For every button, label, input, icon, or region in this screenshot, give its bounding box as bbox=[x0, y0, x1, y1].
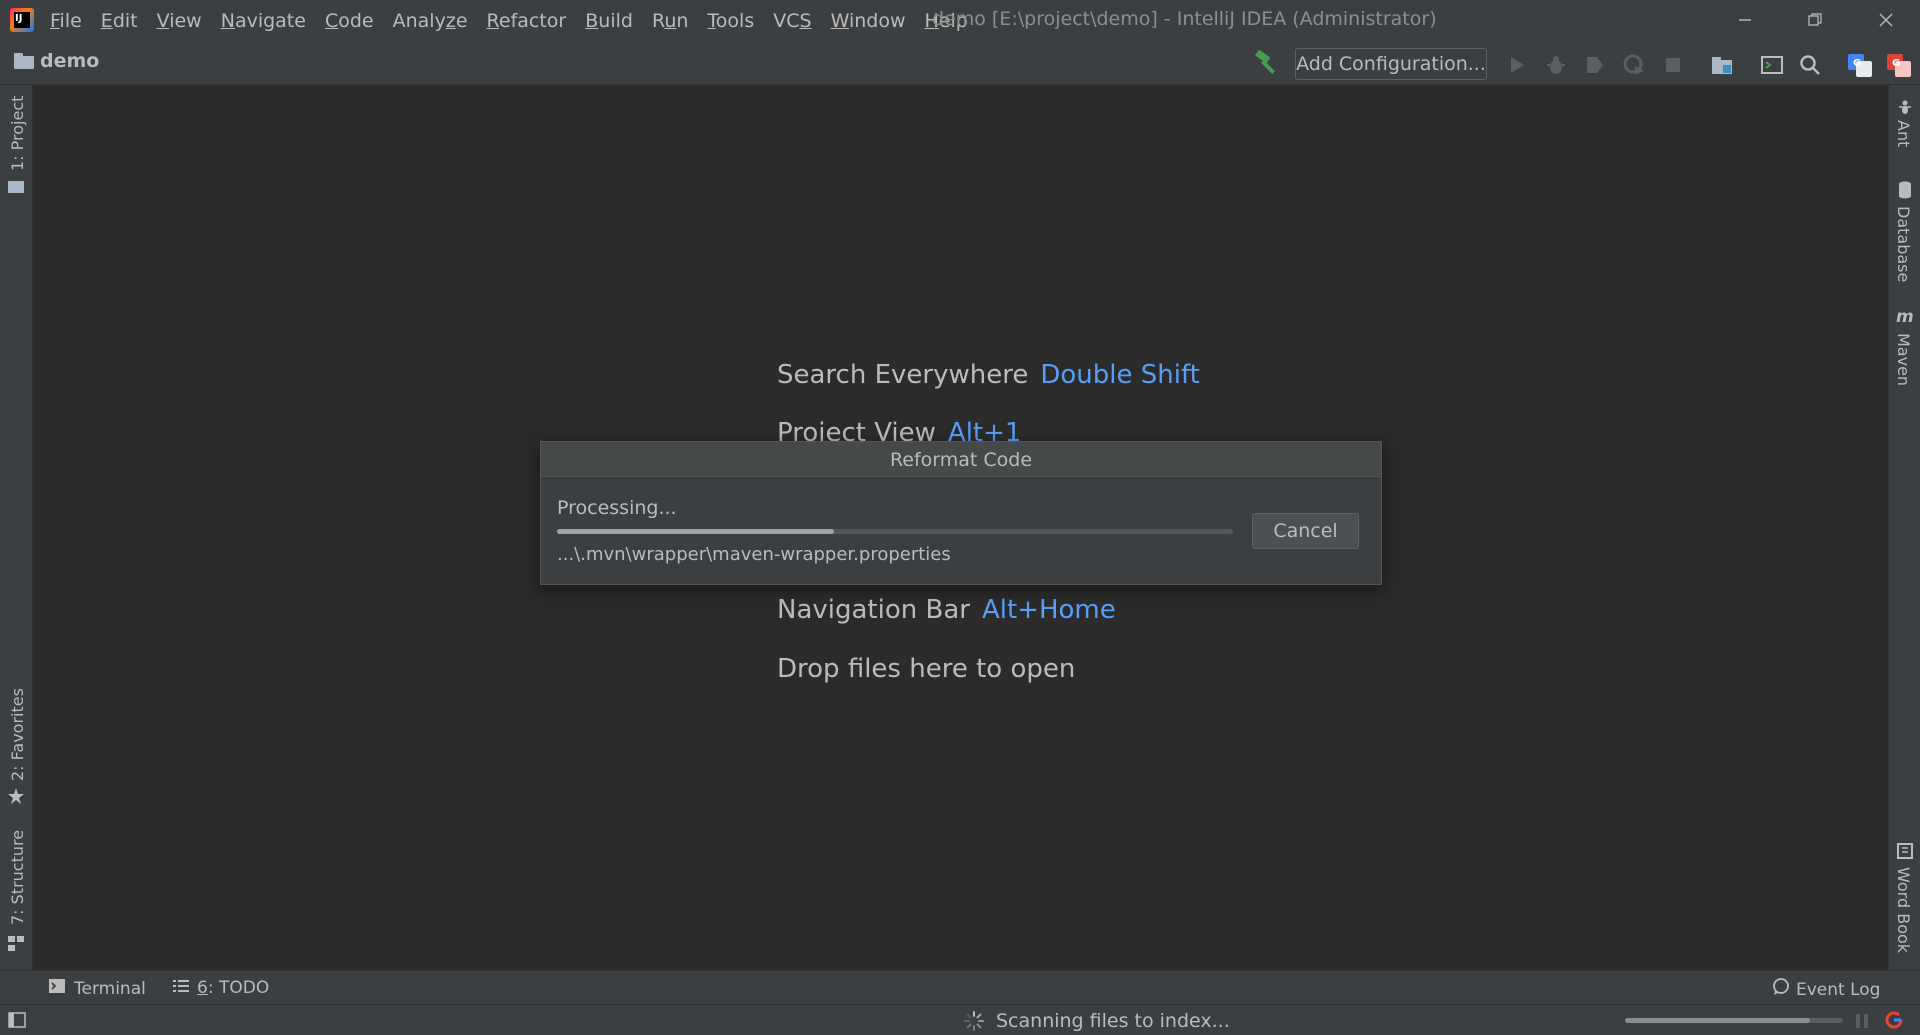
project-name: demo bbox=[40, 50, 100, 72]
hint-navigation-bar: Navigation Bar Alt+Home bbox=[777, 595, 1116, 625]
word-book-tool-tab[interactable]: Word Book bbox=[1894, 867, 1913, 953]
ant-tab-label: Ant bbox=[1894, 120, 1913, 148]
hint-search-key: Double Shift bbox=[1040, 360, 1200, 390]
maven-tab-label: Maven bbox=[1894, 333, 1913, 387]
run-icon[interactable] bbox=[1505, 53, 1529, 77]
hint-navbar-label: Navigation Bar bbox=[777, 595, 970, 625]
ant-tool-tab[interactable]: Ant bbox=[1894, 120, 1913, 147]
menu-file[interactable]: File bbox=[50, 10, 82, 32]
event-log-tool-tab[interactable]: Event Log bbox=[1772, 978, 1880, 1001]
svg-text:G: G bbox=[1853, 58, 1861, 69]
terminal-tab-label: Terminal bbox=[74, 978, 146, 999]
database-tab-label: Database bbox=[1894, 206, 1913, 283]
terminal-toolbar-icon[interactable] bbox=[1760, 53, 1784, 77]
hint-navbar-key: Alt+Home bbox=[981, 595, 1116, 625]
todo-tab-label: : TODO bbox=[207, 978, 270, 998]
add-configuration-button[interactable]: Add Configuration... bbox=[1295, 48, 1487, 80]
menu-window[interactable]: Window bbox=[831, 10, 906, 32]
right-tool-stripe: Ant Database m Maven Word Book bbox=[1888, 85, 1920, 970]
menu-build[interactable]: Build bbox=[585, 10, 633, 32]
status-bar: Scanning files to index... bbox=[0, 1004, 1920, 1035]
close-icon[interactable] bbox=[1866, 6, 1906, 36]
google-translate-icon[interactable]: G bbox=[1847, 53, 1872, 77]
project-structure-icon[interactable] bbox=[1710, 53, 1734, 77]
menu-refactor[interactable]: Refactor bbox=[487, 10, 567, 32]
maven-icon: m bbox=[1896, 307, 1914, 327]
favorites-tab-label: 2: Favorites bbox=[8, 688, 27, 781]
tool-windows-toggle-icon[interactable] bbox=[8, 1012, 26, 1032]
project-tab-label: 1: Project bbox=[8, 95, 27, 171]
run-with-coverage-icon[interactable] bbox=[1583, 53, 1607, 77]
profile-icon[interactable] bbox=[1622, 53, 1646, 77]
menu-tools[interactable]: Tools bbox=[707, 10, 754, 32]
structure-tab-label: 7: Structure bbox=[8, 829, 27, 925]
left-tool-stripe: 1: Project 2: Favorites 7: Structure bbox=[0, 85, 33, 970]
bottom-tool-bar: Terminal 6: TODO Event Log bbox=[0, 970, 1920, 1005]
menu-code[interactable]: Code bbox=[325, 10, 374, 32]
indexing-progress-fill bbox=[1625, 1018, 1811, 1023]
menu-view[interactable]: View bbox=[157, 10, 202, 32]
todo-mnemonic: 6 bbox=[197, 978, 208, 998]
project-tool-tab[interactable]: 1: Project bbox=[8, 96, 27, 171]
build-hammer-icon[interactable] bbox=[1252, 49, 1280, 80]
menu-navigate[interactable]: Navigate bbox=[221, 10, 306, 32]
indexing-progress-bar[interactable] bbox=[1625, 1018, 1843, 1023]
indexing-status-text: Scanning files to index... bbox=[996, 1010, 1230, 1032]
menu-run[interactable]: Run bbox=[652, 10, 688, 32]
project-folder-icon bbox=[8, 181, 24, 193]
stop-icon[interactable] bbox=[1661, 53, 1685, 77]
terminal-icon bbox=[48, 978, 66, 999]
search-icon[interactable] bbox=[1798, 53, 1822, 77]
star-icon bbox=[7, 787, 25, 809]
indexing-spinner-icon bbox=[964, 1011, 984, 1035]
todo-list-icon bbox=[173, 978, 189, 998]
svg-text:G: G bbox=[1892, 58, 1900, 69]
event-log-icon bbox=[1772, 978, 1790, 1001]
main-menu: File Edit View Navigate Code Analyze Ref… bbox=[50, 0, 987, 42]
reformat-progress-bar bbox=[557, 529, 1233, 534]
folder-icon bbox=[14, 53, 34, 69]
terminal-tool-tab[interactable]: Terminal bbox=[48, 978, 146, 999]
structure-tool-tab[interactable]: 7: Structure bbox=[8, 830, 27, 925]
debug-icon[interactable] bbox=[1544, 53, 1568, 77]
favorites-tool-tab[interactable]: 2: Favorites bbox=[8, 688, 27, 781]
word-book-tab-label: Word Book bbox=[1894, 867, 1913, 954]
cancel-button[interactable]: Cancel bbox=[1252, 513, 1359, 549]
hint-drop-files: Drop files here to open bbox=[777, 654, 1076, 684]
menu-edit[interactable]: Edit bbox=[101, 10, 138, 32]
ant-icon bbox=[1897, 99, 1913, 119]
pause-icon[interactable] bbox=[1855, 1013, 1869, 1033]
todo-tool-tab[interactable]: 6: TODO bbox=[173, 978, 269, 998]
menu-vcs[interactable]: VCS bbox=[773, 10, 811, 32]
hint-search-label: Search Everywhere bbox=[777, 360, 1029, 390]
intellij-logo-icon: IJ bbox=[10, 8, 34, 32]
word-book-icon bbox=[1897, 843, 1913, 863]
processing-label: Processing... bbox=[557, 497, 677, 519]
hint-search-everywhere: Search Everywhere Double Shift bbox=[777, 360, 1200, 390]
google-icon[interactable] bbox=[1884, 1010, 1904, 1034]
maven-tool-tab[interactable]: Maven bbox=[1894, 333, 1913, 386]
reformat-progress-fill bbox=[557, 529, 835, 534]
translate-plugin-icon[interactable]: G bbox=[1886, 53, 1911, 77]
menu-analyze[interactable]: Analyze bbox=[393, 10, 468, 32]
project-breadcrumb[interactable]: demo bbox=[14, 50, 99, 72]
database-icon bbox=[1897, 181, 1913, 203]
current-file-path: ...\.mvn\wrapper\maven-wrapper.propertie… bbox=[557, 544, 951, 565]
window-title: demo [E:\project\demo] - IntelliJ IDEA (… bbox=[932, 8, 1437, 30]
database-tool-tab[interactable]: Database bbox=[1894, 206, 1913, 282]
structure-icon bbox=[8, 936, 24, 956]
restore-icon[interactable] bbox=[1795, 6, 1835, 36]
event-log-label: Event Log bbox=[1796, 979, 1881, 1000]
dialog-title: Reformat Code bbox=[541, 442, 1381, 479]
reformat-code-dialog: Reformat Code Processing... ...\.mvn\wra… bbox=[540, 441, 1382, 585]
minimize-icon[interactable] bbox=[1725, 6, 1765, 36]
title-bar: IJ File Edit View Navigate Code Analyze … bbox=[0, 0, 1920, 42]
